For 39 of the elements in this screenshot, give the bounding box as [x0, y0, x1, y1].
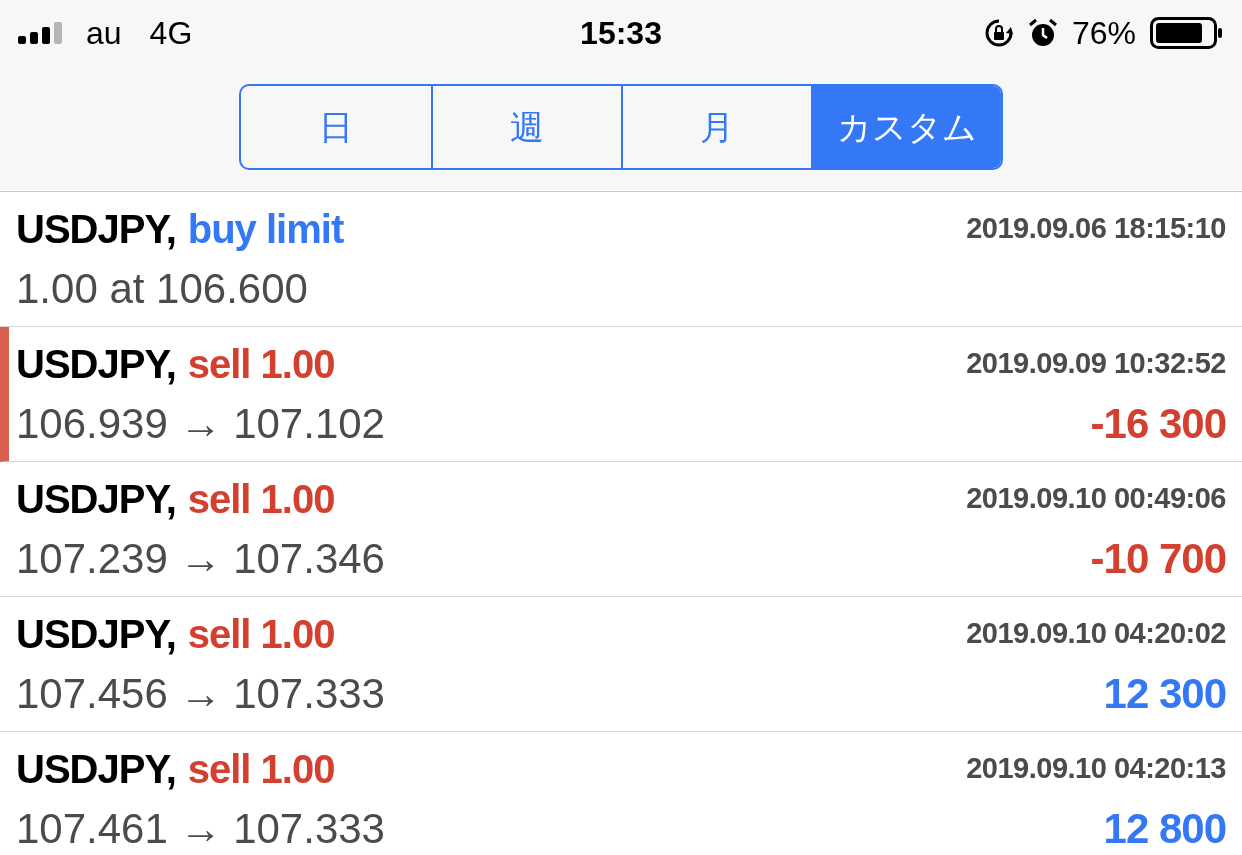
order-action: sell 1.00	[187, 746, 335, 793]
timestamp: 2019.09.09 10:32:52	[966, 346, 1226, 382]
timestamp: 2019.09.10 04:20:02	[966, 616, 1226, 652]
profit: 12 300	[1103, 668, 1226, 719]
alarm-icon	[1027, 17, 1058, 48]
timestamp: 2019.09.10 04:20:13	[966, 751, 1226, 787]
order-action: sell 1.00	[187, 341, 335, 388]
timestamp: 2019.09.10 00:49:06	[966, 481, 1226, 517]
tab[interactable]: 日	[241, 86, 431, 168]
battery-icon	[1150, 16, 1224, 49]
trade-row[interactable]: USDJPY, sell 1.00 2019.09.10 04:20:02 107.456 → 107.333 12 300	[0, 597, 1242, 732]
price-detail: 107.239 → 107.346	[16, 533, 385, 584]
price-detail: 107.461 → 107.333	[16, 803, 385, 854]
symbol: USDJPY,	[16, 611, 176, 658]
price-detail: 107.456 → 107.333	[16, 668, 385, 719]
order-action: buy limit	[187, 206, 344, 253]
rotation-lock-icon	[983, 17, 1014, 48]
network-type: 4G	[149, 13, 193, 53]
carrier-name: au	[86, 13, 122, 53]
battery-percent: 76%	[1071, 13, 1136, 53]
price-detail: 106.939 → 107.102	[16, 398, 385, 449]
order-action: sell 1.00	[187, 476, 335, 523]
trade-row[interactable]: USDJPY, sell 1.00 2019.09.10 04:20:13 107.461 → 107.333 12 800	[0, 732, 1242, 855]
price-detail: 1.00 at 106.600	[16, 263, 308, 314]
trade-row[interactable]: USDJPY, sell 1.00 2019.09.09 10:32:52 106.939 → 107.102 -16 300	[0, 327, 1242, 462]
profit: 12 800	[1103, 803, 1226, 854]
tab[interactable]: カスタム	[811, 86, 1001, 168]
profit: -10 700	[1090, 533, 1226, 584]
symbol: USDJPY,	[16, 476, 176, 523]
order-action: sell 1.00	[187, 611, 335, 658]
profit: -16 300	[1090, 398, 1226, 449]
symbol: USDJPY,	[16, 746, 176, 793]
symbol: USDJPY,	[16, 206, 176, 253]
tab[interactable]: 週	[431, 86, 621, 168]
timestamp: 2019.09.06 18:15:10	[966, 211, 1226, 247]
clock: 15:33	[580, 13, 662, 53]
trade-row[interactable]: USDJPY, sell 1.00 2019.09.10 00:49:06 107.239 → 107.346 -10 700	[0, 462, 1242, 597]
symbol: USDJPY,	[16, 341, 176, 388]
trade-row[interactable]: USDJPY, buy limit 2019.09.06 18:15:10 1.00 at 106.600	[0, 192, 1242, 327]
